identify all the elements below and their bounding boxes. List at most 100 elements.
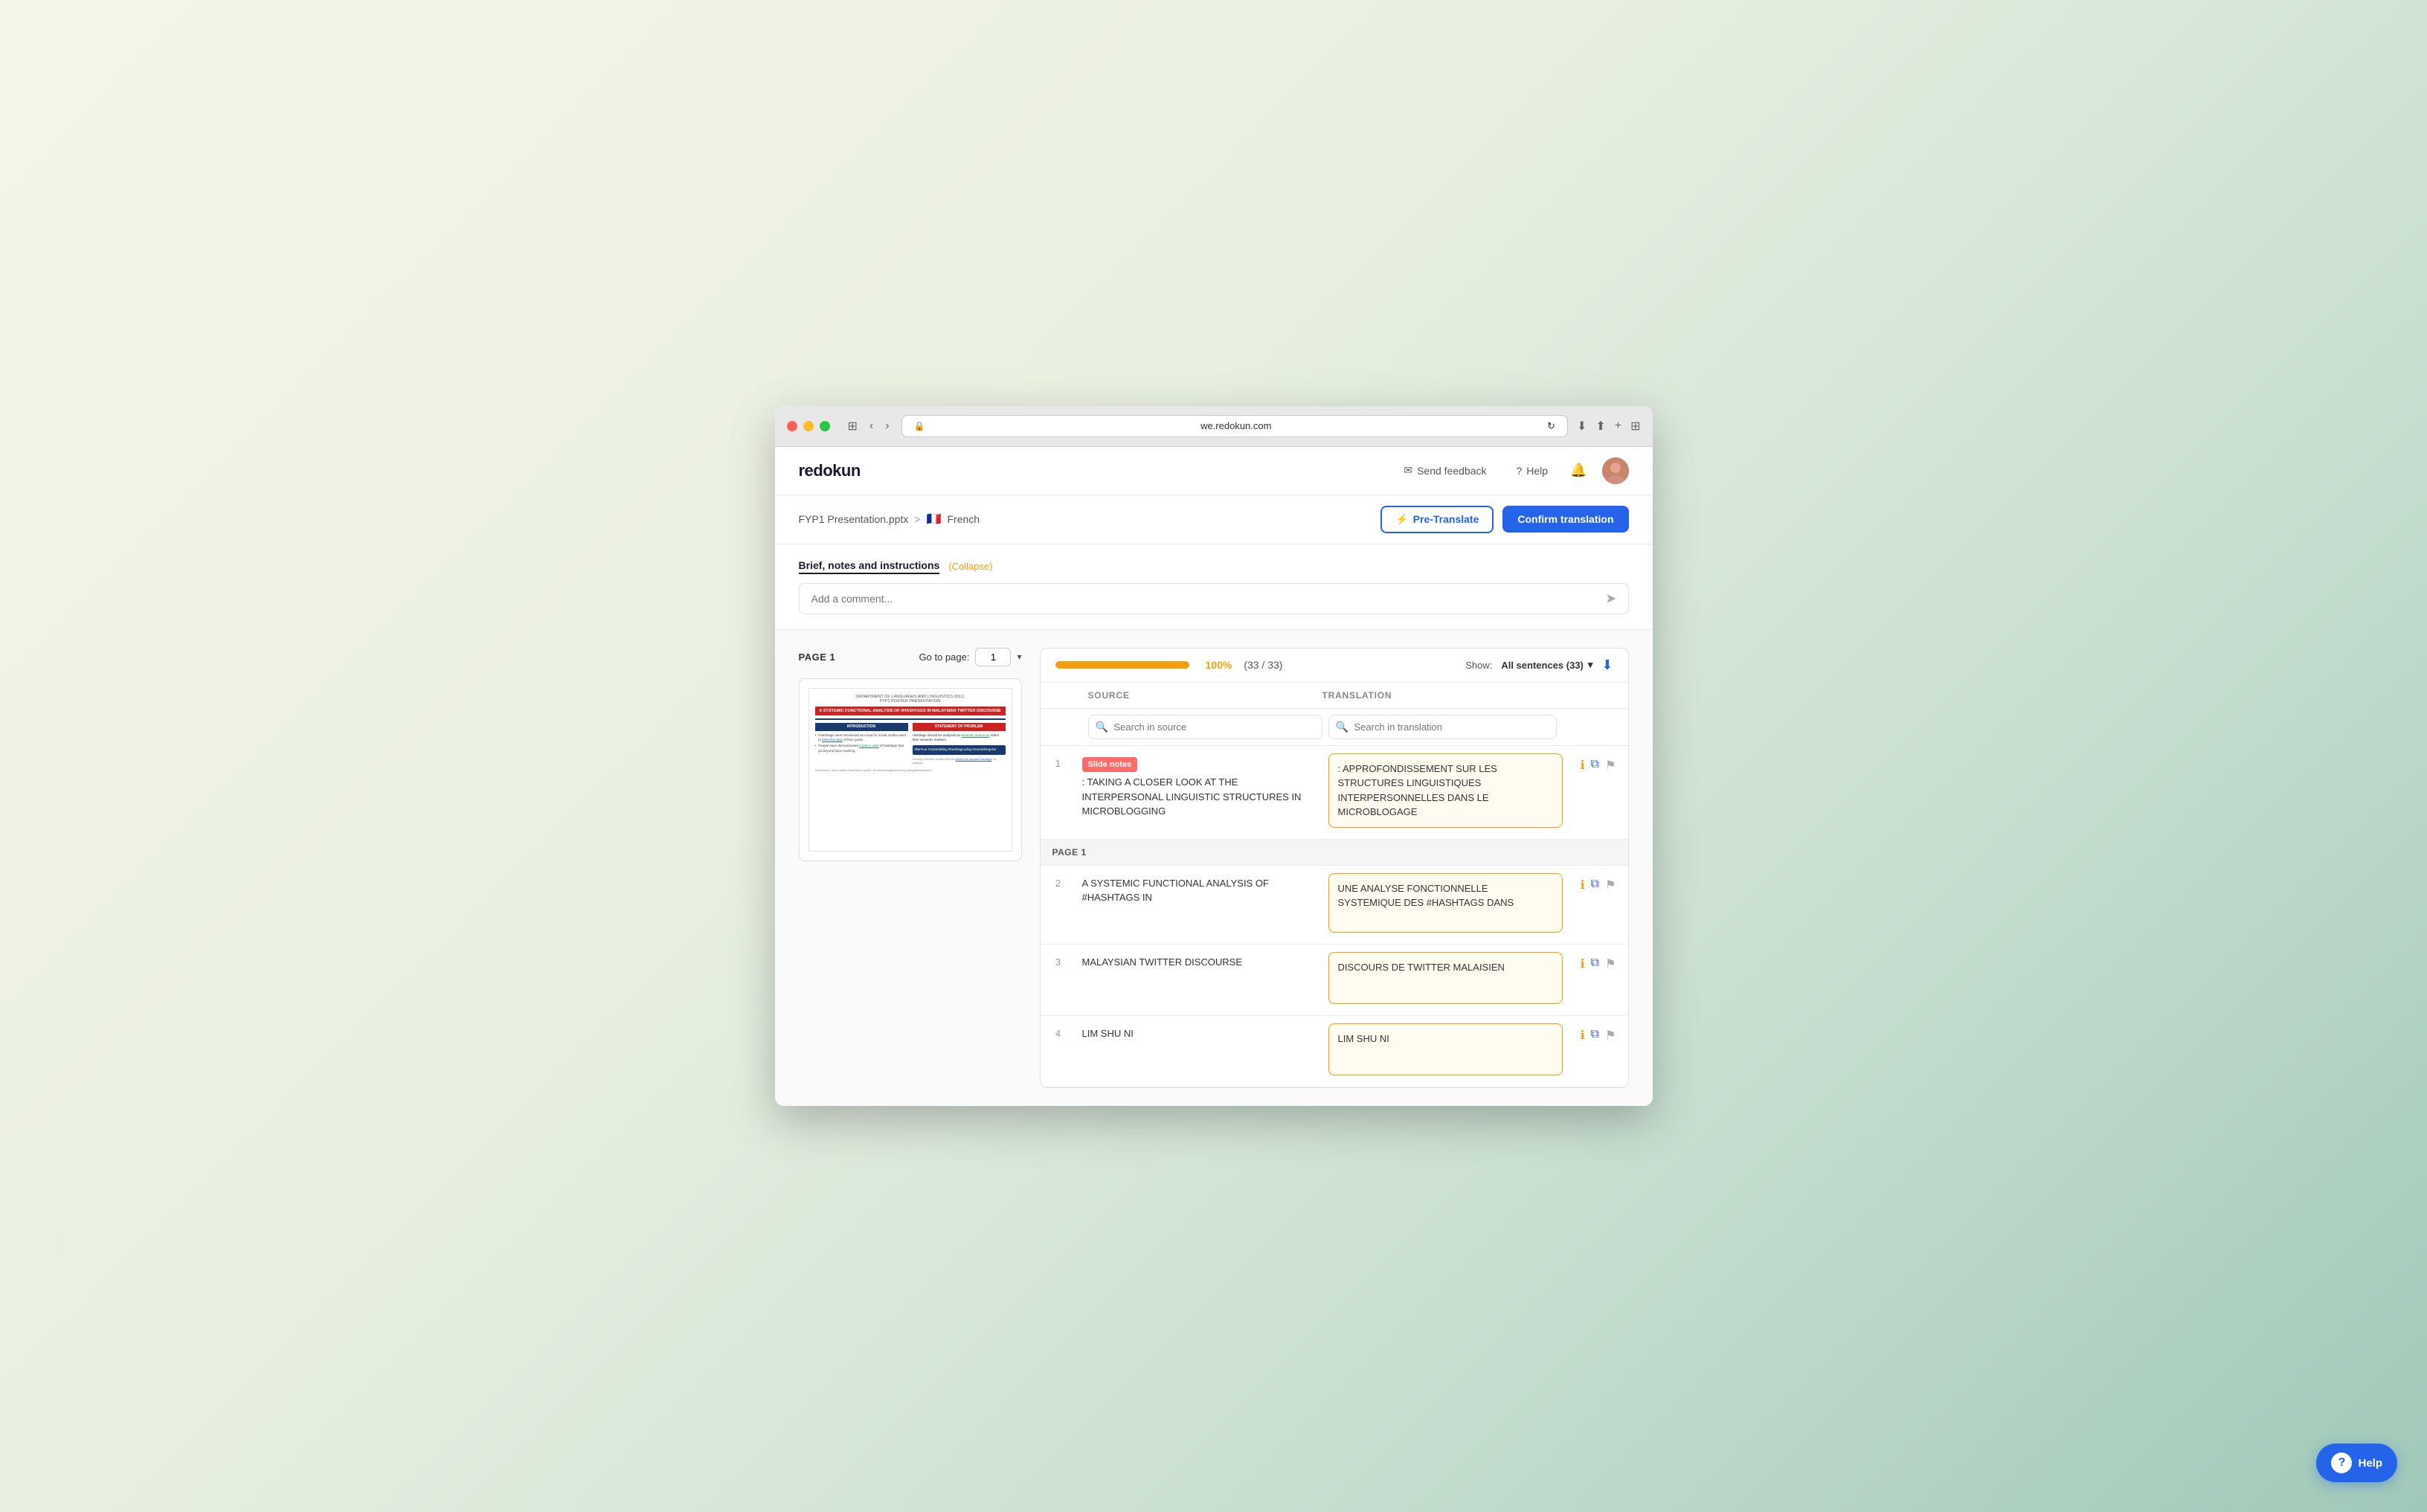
source-cell: MALAYSIAN TWITTER DISCOURSE <box>1076 945 1322 980</box>
confirm-translation-button[interactable]: Confirm translation <box>1502 506 1628 533</box>
envelope-icon: ✉ <box>1404 464 1412 477</box>
show-section: Show: All sentences (33) ▾ ⬇ <box>1465 657 1613 673</box>
row-actions: ℹ ⧉ ⚑ <box>1569 945 1628 980</box>
copy-icon[interactable]: ⧉ <box>1591 758 1599 771</box>
search-row: 🔍 🔍 <box>1041 709 1628 746</box>
back-button[interactable]: ‹ <box>867 418 876 434</box>
table-row: 1 Slide notes : TAKING A CLOSER LOOK AT … <box>1041 746 1628 840</box>
share-icon[interactable]: ⬆ <box>1595 419 1605 434</box>
bullet-item-2: ▪ People have demonstrated creative uses… <box>815 744 908 753</box>
downloads-icon[interactable]: ⬇ <box>1577 419 1587 434</box>
export-button[interactable]: ⬇ <box>1601 657 1613 673</box>
info-icon[interactable]: ℹ <box>1581 758 1585 773</box>
row-number: 2 <box>1041 866 1076 901</box>
slide-bottom-note: Existing semiotic studies tend to single… <box>913 757 1006 765</box>
copy-icon[interactable]: ⧉ <box>1591 1028 1599 1041</box>
tabs-icon[interactable]: ⊞ <box>1630 419 1640 434</box>
sidebar-toggle-button[interactable]: ⊞ <box>845 417 861 435</box>
info-icon[interactable]: ℹ <box>1581 956 1585 971</box>
slide-citation: Sometimes I don't quite understand mysel… <box>815 768 1006 772</box>
maximize-button[interactable] <box>820 421 830 431</box>
translation-textarea[interactable] <box>1328 952 1563 1004</box>
send-feedback-button[interactable]: ✉ Send feedback <box>1396 460 1494 481</box>
info-icon[interactable]: ℹ <box>1581 1028 1585 1043</box>
refresh-icon[interactable]: ↻ <box>1547 420 1555 432</box>
brief-title: Brief, notes and instructions <box>799 559 940 574</box>
flag-action-icon[interactable]: ⚑ <box>1605 878 1616 892</box>
translation-cell <box>1322 746 1569 839</box>
brief-section: Brief, notes and instructions (Collapse)… <box>775 544 1653 630</box>
source-search-wrapper: 🔍 <box>1088 715 1322 739</box>
minimize-button[interactable] <box>803 421 814 431</box>
copy-icon[interactable]: ⧉ <box>1591 956 1599 970</box>
collapse-button[interactable]: (Collapse) <box>948 561 992 572</box>
flag-icon: 🇫🇷 <box>927 512 942 527</box>
comment-input[interactable] <box>799 583 1629 614</box>
translation-textarea[interactable] <box>1328 1023 1563 1075</box>
slide-notes-badge: Slide notes <box>1082 757 1138 773</box>
browser-chrome: ⊞ ‹ › 🔒 we.redokun.com ↻ ⬇ ⬆ + ⊞ <box>775 406 1653 447</box>
address-bar[interactable]: 🔒 we.redokun.com ↻ <box>901 415 1568 437</box>
translation-cell <box>1322 866 1569 945</box>
help-widget[interactable]: ? Help <box>2316 1444 2397 1482</box>
new-tab-icon[interactable]: + <box>1615 419 1621 433</box>
translation-textarea[interactable] <box>1328 753 1563 828</box>
translation-textarea[interactable] <box>1328 873 1563 933</box>
progress-percent: 100% <box>1206 659 1232 671</box>
breadcrumb: FYP1 Presentation.pptx > 🇫🇷 French <box>799 512 980 527</box>
table-header: SOURCE TRANSLATION <box>1041 683 1628 709</box>
traffic-lights <box>787 421 830 431</box>
url-text: we.redokun.com <box>931 420 1542 431</box>
source-cell: Slide notes : TAKING A CLOSER LOOK AT TH… <box>1076 746 1322 829</box>
browser-actions: ⬇ ⬆ + ⊞ <box>1577 419 1641 434</box>
info-icon[interactable]: ℹ <box>1581 878 1585 892</box>
avatar[interactable] <box>1602 457 1629 484</box>
pre-translate-button[interactable]: ⚡ Pre-Translate <box>1380 506 1494 533</box>
left-panel: PAGE 1 Go to page: ▾ DEPARTMENT OF LANGU… <box>799 648 1022 1089</box>
nav-actions: ✉ Send feedback ? Help 🔔 <box>1396 457 1628 484</box>
row-actions: ℹ ⧉ ⚑ <box>1569 746 1628 782</box>
slide-columns: INTRODUCTION ▪ #Hashtags were introduced… <box>815 723 1006 765</box>
slide-col-intro: INTRODUCTION ▪ #Hashtags were introduced… <box>815 723 908 765</box>
show-select-button[interactable]: All sentences (33) ▾ <box>1501 659 1592 671</box>
source-search-input[interactable] <box>1088 715 1322 739</box>
slide-col-problem: STATEMENT OF PROBLEM Hashtags should be … <box>913 723 1006 765</box>
progress-count: (33 / 33) <box>1244 659 1282 671</box>
copy-icon[interactable]: ⧉ <box>1591 878 1599 891</box>
chevron-down-icon[interactable]: ▾ <box>1017 652 1021 662</box>
browser-controls: ⊞ ‹ › <box>845 417 893 435</box>
page-label: PAGE 1 <box>799 652 836 663</box>
slide-thumbnail: DEPARTMENT OF LANGUAGES AND LINGUISTICS … <box>799 678 1022 861</box>
notifications-button[interactable]: 🔔 <box>1570 463 1587 478</box>
dropdown-icon: ▾ <box>1588 659 1593 671</box>
translation-search-icon: 🔍 <box>1336 721 1348 733</box>
bolt-icon: ⚡ <box>1395 513 1408 526</box>
source-column-header: SOURCE <box>1088 690 1322 701</box>
source-text: : TAKING A CLOSER LOOK AT THE INTERPERSO… <box>1082 775 1311 819</box>
send-icon[interactable]: ➤ <box>1605 591 1616 606</box>
breadcrumb-language: French <box>947 513 980 525</box>
breadcrumb-bar: FYP1 Presentation.pptx > 🇫🇷 French ⚡ Pre… <box>775 495 1653 544</box>
bullet-item-1: ▪ #Hashtags were introduced as a tool fo… <box>815 733 908 743</box>
translation-search-input[interactable] <box>1328 715 1557 739</box>
slide-col-header-intro: INTRODUCTION <box>815 723 908 731</box>
table-row: 3 MALAYSIAN TWITTER DISCOURSE ℹ ⧉ ⚑ <box>1041 945 1628 1016</box>
flag-action-icon[interactable]: ⚑ <box>1605 956 1616 971</box>
flag-action-icon[interactable]: ⚑ <box>1605 1028 1616 1043</box>
table-row: 4 LIM SHU NI ℹ ⧉ ⚑ <box>1041 1016 1628 1087</box>
translation-cell <box>1322 945 1569 1015</box>
close-button[interactable] <box>787 421 797 431</box>
page-section-label: PAGE 1 <box>1041 840 1628 866</box>
help-button[interactable]: ? Help <box>1508 460 1555 481</box>
translation-search-wrapper: 🔍 <box>1328 715 1557 739</box>
source-cell: LIM SHU NI <box>1076 1016 1322 1052</box>
breadcrumb-file[interactable]: FYP1 Presentation.pptx <box>799 513 909 525</box>
forward-button[interactable]: › <box>882 418 892 434</box>
page-number-input[interactable] <box>975 648 1011 666</box>
right-panel: 100% (33 / 33) Show: All sentences (33) … <box>1040 648 1629 1089</box>
go-to-page-label: Go to page: <box>919 652 970 663</box>
row-number: 1 <box>1041 746 1076 781</box>
top-nav: redokun ✉ Send feedback ? Help 🔔 <box>775 447 1653 495</box>
brief-header: Brief, notes and instructions (Collapse) <box>799 559 1629 574</box>
flag-action-icon[interactable]: ⚑ <box>1605 758 1616 773</box>
